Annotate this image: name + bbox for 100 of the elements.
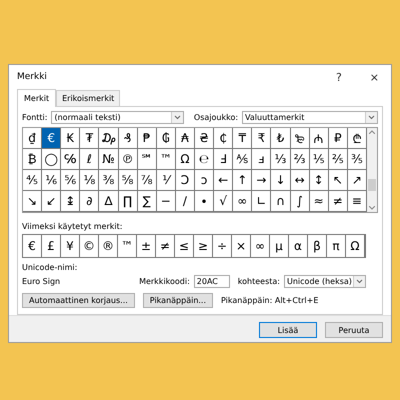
symbol-cell[interactable]: ⅔ — [290, 149, 310, 170]
symbol-cell[interactable]: ₺ — [271, 128, 291, 149]
recent-symbol-cell[interactable]: β — [308, 235, 327, 257]
symbol-cell[interactable]: ₹ — [252, 128, 272, 149]
symbol-cell[interactable]: ⅙ — [42, 170, 62, 191]
recent-symbol-cell[interactable]: ± — [137, 235, 156, 257]
action-button[interactable]: Pikanäppäin... — [142, 293, 214, 308]
recent-symbol-cell[interactable]: ™ — [118, 235, 137, 257]
symbol-cell[interactable]: ⅎ — [252, 149, 272, 170]
symbol-cell[interactable]: ℓ — [80, 149, 100, 170]
recent-symbol-cell[interactable]: ≥ — [194, 235, 213, 257]
symbol-cell[interactable]: ™ — [156, 149, 176, 170]
symbol-cell[interactable]: ↖ — [328, 170, 348, 191]
symbol-cell[interactable]: √ — [214, 191, 234, 212]
symbol-cell[interactable]: ↨ — [61, 191, 80, 212]
symbol-cell[interactable]: ⅟ — [156, 170, 176, 191]
symbol-cell[interactable]: ⅝ — [118, 170, 138, 191]
symbol-cell[interactable]: ∆ — [99, 191, 119, 212]
symbol-cell[interactable]: № — [99, 149, 119, 170]
symbol-cell[interactable]: ₸ — [233, 128, 252, 149]
symbol-cell[interactable]: ₴ — [194, 128, 214, 149]
dropdown-caret-icon[interactable] — [353, 276, 365, 287]
recent-symbol-cell[interactable]: π — [327, 235, 346, 257]
recent-symbol-cell[interactable]: € — [23, 235, 42, 257]
symbol-cell[interactable]: ⅚ — [61, 170, 80, 191]
recent-symbol-cell[interactable]: ® — [99, 235, 118, 257]
recent-symbol-cell[interactable]: α — [289, 235, 308, 257]
scroll-up-icon[interactable] — [369, 130, 375, 134]
symbol-cell[interactable]: ₫ — [23, 128, 42, 149]
symbol-cell[interactable]: ₿ — [23, 149, 42, 170]
symbol-cell[interactable]: ⅍ — [233, 149, 252, 170]
symbol-cell[interactable]: ⅞ — [138, 170, 157, 191]
symbol-cell[interactable]: Ω — [176, 149, 195, 170]
symbol-cell[interactable]: ∞ — [233, 191, 252, 212]
symbol-cell[interactable]: ◯ — [42, 149, 62, 170]
symbol-cell[interactable]: ℠ — [138, 149, 157, 170]
symbol-cell[interactable]: ∙ — [194, 191, 214, 212]
symbol-cell[interactable]: Ⅎ — [214, 149, 234, 170]
symbol-cell[interactable]: ₼ — [310, 128, 329, 149]
symbol-cell[interactable]: − — [156, 191, 176, 212]
symbol-cell[interactable]: ⅓ — [271, 149, 291, 170]
symbol-cell[interactable]: € — [42, 128, 62, 149]
symbol-cell[interactable]: ₲ — [156, 128, 176, 149]
dropdown-caret-icon[interactable] — [170, 112, 183, 123]
subset-dropdown[interactable]: Valuuttamerkit — [242, 111, 378, 124]
symbol-cell[interactable]: ₳ — [176, 128, 195, 149]
symbol-cell[interactable]: ₱ — [138, 128, 157, 149]
recent-symbol-cell[interactable]: Ω — [346, 235, 365, 257]
symbol-cell[interactable]: ↘ — [23, 191, 42, 212]
scrollbar[interactable] — [367, 128, 377, 212]
recent-symbol-cell[interactable]: ∞ — [251, 235, 270, 257]
symbol-cell[interactable]: ℗ — [118, 149, 138, 170]
recent-symbol-cell[interactable]: © — [80, 235, 99, 257]
symbol-cell[interactable]: ₽ — [328, 128, 348, 149]
symbol-cell[interactable]: ₭ — [61, 128, 80, 149]
symbol-cell[interactable]: ↄ — [194, 170, 214, 191]
symbol-cell[interactable]: ↙ — [42, 191, 62, 212]
recent-symbol-cell[interactable]: £ — [42, 235, 61, 257]
help-button[interactable]: ? — [332, 70, 346, 84]
symbol-cell[interactable]: ₰ — [118, 128, 138, 149]
char-code-field[interactable]: 20AC — [194, 275, 230, 288]
symbol-cell[interactable]: ∂ — [80, 191, 100, 212]
recent-symbol-cell[interactable]: µ — [270, 235, 289, 257]
symbol-cell[interactable]: ↓ — [271, 170, 291, 191]
symbol-cell[interactable]: → — [252, 170, 272, 191]
recent-symbol-cell[interactable]: ÷ — [213, 235, 232, 257]
symbol-cell[interactable]: Ↄ — [176, 170, 195, 191]
recent-symbol-cell[interactable]: ≠ — [156, 235, 175, 257]
close-button[interactable]: × — [366, 70, 383, 84]
symbol-cell[interactable]: ≠ — [328, 191, 348, 212]
font-dropdown[interactable]: (normaali teksti) — [51, 111, 184, 124]
symbol-cell[interactable]: ⅛ — [80, 170, 100, 191]
symbol-cell[interactable]: ₾ — [348, 128, 367, 149]
symbol-cell[interactable]: ₯ — [99, 128, 119, 149]
symbol-cell[interactable]: ∩ — [271, 191, 291, 212]
symbol-cell[interactable]: ∟ — [252, 191, 272, 212]
symbol-cell[interactable]: ∑ — [138, 191, 157, 212]
symbol-cell[interactable]: ⅖ — [328, 149, 348, 170]
symbol-cell[interactable]: ← — [214, 170, 234, 191]
symbol-cell[interactable]: ∫ — [290, 191, 310, 212]
symbol-cell[interactable]: ↔ — [290, 170, 310, 191]
scroll-thumb[interactable] — [368, 179, 376, 191]
scroll-down-icon[interactable] — [369, 206, 375, 210]
symbol-cell[interactable]: ℮ — [194, 149, 214, 170]
from-dropdown[interactable]: Unicode (heksa) — [284, 275, 366, 288]
tab[interactable]: Merkit — [17, 89, 56, 107]
symbol-cell[interactable]: ⅘ — [23, 170, 42, 191]
symbol-cell[interactable]: ⅕ — [310, 149, 329, 170]
recent-symbol-cell[interactable]: ¥ — [61, 235, 80, 257]
dialog-button[interactable]: Lisää — [259, 322, 317, 338]
recent-symbol-cell[interactable]: × — [232, 235, 251, 257]
symbol-cell[interactable]: ≡ — [348, 191, 367, 212]
symbol-cell[interactable]: ↕ — [310, 170, 329, 191]
dropdown-caret-icon[interactable] — [365, 112, 377, 123]
symbol-cell[interactable]: ₮ — [80, 128, 100, 149]
symbol-cell[interactable]: ⅜ — [99, 170, 119, 191]
symbol-cell[interactable]: ↗ — [348, 170, 367, 191]
symbol-cell[interactable]: ≈ — [310, 191, 329, 212]
symbol-cell[interactable]: ⅗ — [348, 149, 367, 170]
dialog-button[interactable]: Peruuta — [325, 322, 383, 338]
